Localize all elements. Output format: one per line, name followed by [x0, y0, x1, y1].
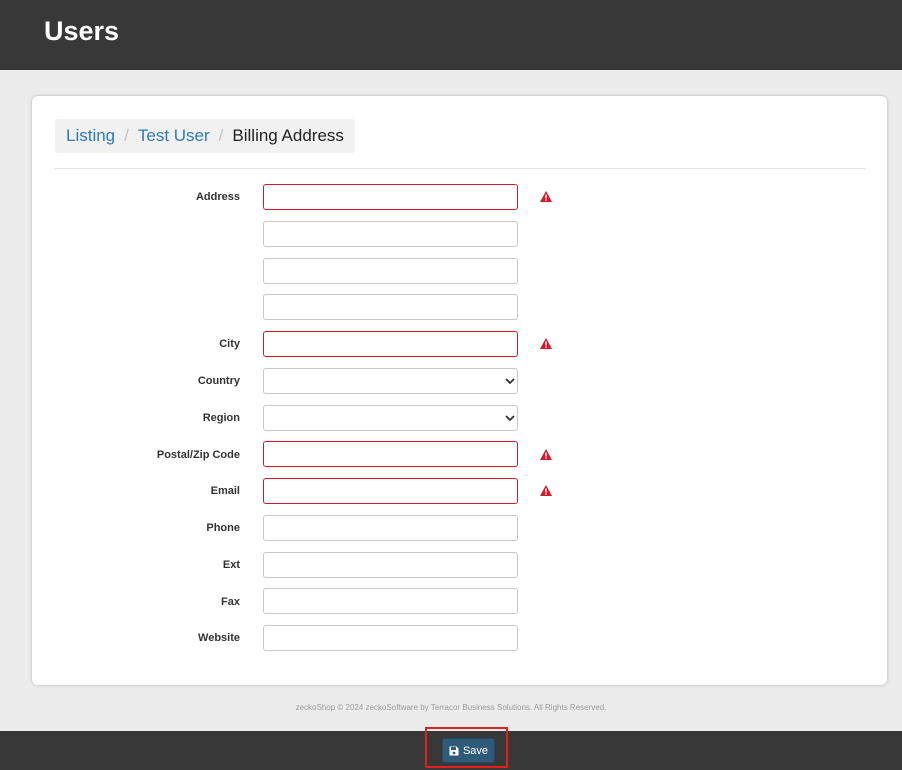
divider [55, 168, 865, 169]
breadcrumb: Listing / Test User / Billing Address [55, 119, 355, 153]
warning-triangle-icon [540, 338, 552, 349]
address-label: Address [195, 191, 240, 203]
region-label: Region [202, 412, 240, 424]
page-title: Users [44, 16, 120, 46]
warning-triangle-icon [540, 449, 552, 460]
breadcrumb-listing-link[interactable]: Listing [66, 126, 115, 146]
breadcrumb-current: Billing Address [232, 126, 344, 145]
email-input[interactable] [263, 478, 518, 504]
footer-copyright: zeckoShop © 2024 zeckoSoftware by Terrac… [295, 703, 607, 712]
address-line-4-input[interactable] [263, 294, 518, 320]
page-header: Users [0, 0, 902, 70]
warning-triangle-icon [540, 485, 552, 496]
address-line-2-input[interactable] [263, 221, 518, 247]
city-label: City [219, 338, 240, 350]
phone-input[interactable] [263, 515, 518, 541]
breadcrumb-test-user-link[interactable]: Test User [138, 126, 210, 146]
postal-code-label: Postal/Zip Code [156, 449, 240, 461]
ext-input[interactable] [263, 552, 518, 578]
address-line-1-input[interactable] [263, 184, 518, 210]
save-button-label: Save [462, 744, 489, 757]
country-select[interactable] [263, 368, 518, 394]
phone-label: Phone [206, 522, 240, 534]
form-card: Listing / Test User / Billing Address Ad… [32, 96, 887, 685]
postal-code-input[interactable] [263, 441, 518, 467]
website-label: Website [198, 632, 240, 644]
address-line-3-input[interactable] [263, 258, 518, 284]
ext-label: Ext [222, 559, 240, 571]
city-input[interactable] [263, 331, 518, 357]
website-input[interactable] [263, 625, 518, 651]
fax-input[interactable] [263, 588, 518, 614]
breadcrumb-separator: / [218, 126, 224, 145]
breadcrumb-separator: / [124, 126, 129, 145]
country-label: Country [197, 375, 240, 387]
fax-label: Fax [221, 596, 240, 608]
region-select[interactable] [263, 405, 518, 431]
floppy-disk-icon [449, 746, 459, 755]
save-button[interactable]: Save [442, 738, 495, 763]
warning-triangle-icon [540, 191, 552, 202]
email-label: Email [210, 485, 240, 497]
